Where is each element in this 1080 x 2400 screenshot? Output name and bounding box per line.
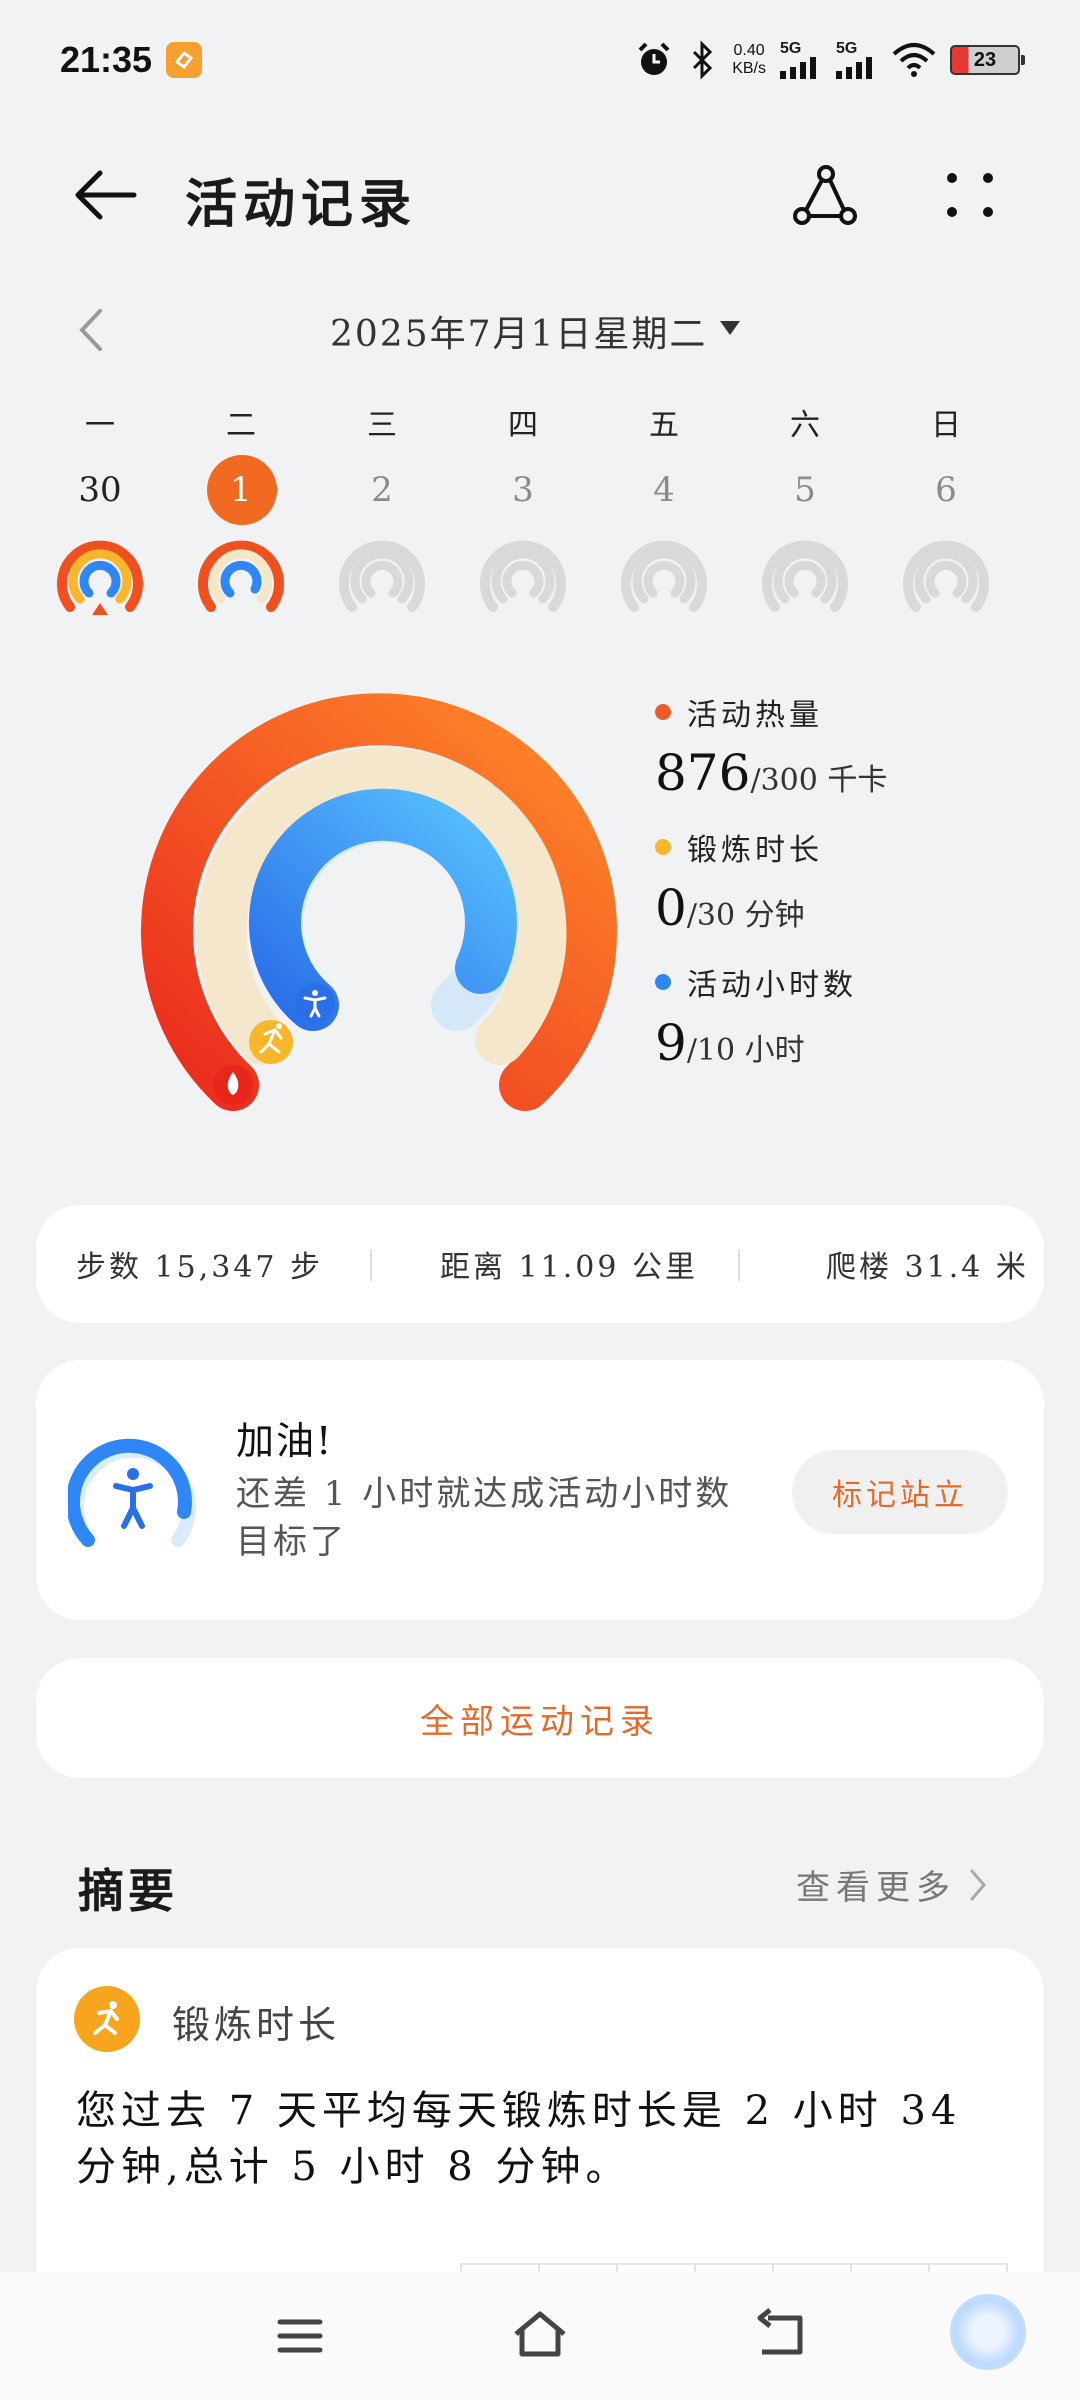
system-nav-bar [0, 2272, 1080, 2400]
cheer-title: 加油! [236, 1419, 334, 1463]
mark-standing-button[interactable]: 标记站立 [792, 1450, 1008, 1534]
divider [370, 1249, 372, 1281]
legend-calories[interactable]: 活动热量 876/300 千卡 [655, 690, 887, 802]
calories-value: 876 [655, 744, 751, 802]
day-activity-ring-empty[interactable] [479, 535, 567, 623]
exercise-label: 锻炼时长 [687, 833, 823, 868]
day-activity-ring-empty[interactable] [902, 535, 990, 623]
calories-label: 活动热量 [687, 698, 823, 733]
exercise-dot [655, 839, 671, 855]
day-column[interactable]: 日 6 [886, 400, 1006, 612]
weekday-label: 五 [649, 408, 679, 443]
chevron-right-icon [970, 1869, 986, 1900]
net-speed-value: 0.40 [733, 42, 765, 59]
signal-2: 5G [836, 41, 878, 79]
day-column[interactable]: 一 30 [40, 400, 160, 615]
cheer-message: 还差 1 小时就达成活动小时数目标了 [236, 1474, 733, 1562]
alarm-icon [638, 42, 670, 75]
status-bar: 21:35 0.40 KB/s 5G 5G 23 [0, 0, 1080, 120]
bluetooth-icon [693, 40, 713, 80]
app-bar: 活动记录 [0, 140, 1080, 250]
weekday-label: 二 [226, 408, 256, 443]
steps-stat: 步数 15,347 步 [76, 1250, 324, 1285]
all-records-link[interactable]: 全部运动记录 [420, 1694, 660, 1743]
distance-stat: 距离 11.09 公里 [440, 1250, 698, 1285]
floors-stat: 爬楼 31.4 米 [826, 1250, 1029, 1285]
day-column[interactable]: 三 2 [322, 400, 442, 612]
more-dots-icon[interactable] [940, 160, 1000, 230]
all-records-card[interactable]: 全部运动记录 [36, 1658, 1044, 1778]
day-number-selected[interactable]: 1 [181, 455, 301, 525]
wifi-icon [892, 43, 936, 77]
net-speed: 0.40 KB/s [732, 42, 766, 78]
day-column[interactable]: 四 3 [463, 400, 583, 612]
signal-1: 5G [780, 41, 822, 79]
signal-bars-icon [780, 57, 816, 79]
day-activity-ring[interactable] [197, 535, 285, 623]
caret-down-icon[interactable] [718, 319, 742, 337]
back-arrow-icon[interactable] [70, 165, 140, 225]
calories-goal: /300 千卡 [750, 763, 888, 798]
weekday-label: 一 [85, 408, 115, 443]
day-number[interactable]: 3 [463, 455, 583, 525]
summary-card-label: 锻炼时长 [172, 2003, 341, 2047]
encouragement-card: 加油! 还差 1 小时就达成活动小时数目标了 标记站立 [36, 1360, 1044, 1620]
back-icon[interactable] [750, 2306, 810, 2366]
legend-exercise[interactable]: 锻炼时长 0/30 分钟 [655, 825, 823, 937]
chevron-left-icon[interactable] [72, 305, 112, 355]
active-hours-label: 活动小时数 [687, 968, 857, 1003]
day-activity-ring-empty[interactable] [338, 535, 426, 623]
day-number[interactable]: 4 [604, 455, 724, 525]
day-number[interactable]: 2 [322, 455, 442, 525]
summary-heading: 摘要 [78, 1864, 178, 1918]
active-hours-goal: /10 小时 [686, 1033, 805, 1068]
day-activity-ring-empty[interactable] [620, 535, 708, 623]
date-selector: 2025年7月1日星期二 [0, 295, 1080, 365]
day-column[interactable]: 二 1 [181, 400, 301, 612]
day-number[interactable]: 5 [745, 455, 865, 525]
date-label[interactable]: 2025年7月1日星期二 [330, 305, 707, 357]
active-hours-dot [655, 974, 671, 990]
day-activity-ring-empty[interactable] [761, 535, 849, 623]
weekday-label: 六 [790, 408, 820, 443]
signal-1-label: 5G [780, 40, 802, 57]
assistant-icon[interactable] [950, 2294, 1026, 2370]
activity-rings[interactable] [135, 690, 635, 1120]
active-hours-value: 9 [655, 1014, 687, 1072]
divider [738, 1249, 740, 1281]
exercise-goal: /30 分钟 [686, 898, 805, 933]
signal-bars-icon [836, 57, 872, 79]
net-speed-unit: KB/s [732, 60, 766, 77]
share-icon[interactable] [790, 160, 860, 230]
summary-card-text: 您过去 7 天平均每天锻炼时长是 2 小时 34 分钟,总计 5 小时 8 分钟… [76, 2088, 962, 2190]
signal-2-label: 5G [836, 40, 858, 57]
page-title: 活动记录 [185, 174, 418, 235]
calories-dot [655, 704, 671, 720]
day-number[interactable]: 6 [886, 455, 1006, 525]
weekday-label: 日 [931, 408, 961, 443]
weekday-label: 四 [508, 408, 538, 443]
active-hours-ring [248, 788, 517, 1031]
see-more-label: 查看更多 [796, 1868, 956, 1908]
battery-indicator: 23 [950, 45, 1025, 75]
weekday-label: 三 [367, 408, 397, 443]
home-icon[interactable] [510, 2306, 570, 2366]
stats-card[interactable]: 步数 15,347 步 距离 11.09 公里 爬楼 31.4 米 [36, 1205, 1044, 1323]
day-number[interactable]: 30 [40, 455, 160, 525]
day-column[interactable]: 六 5 [745, 400, 865, 612]
menu-icon[interactable] [270, 2306, 330, 2366]
exercise-value: 0 [655, 879, 687, 937]
legend-active-hours[interactable]: 活动小时数 9/10 小时 [655, 960, 857, 1072]
day-column[interactable]: 五 4 [604, 400, 724, 612]
day-activity-ring[interactable] [56, 535, 144, 623]
running-icon [74, 1986, 140, 2052]
status-icons: 0.40 KB/s 5G 5G 23 [634, 40, 1025, 80]
app-notification-icon [166, 42, 203, 78]
status-time: 21:35 [60, 39, 153, 80]
standing-progress-icon [68, 1438, 196, 1547]
see-more-link[interactable]: 查看更多 [796, 1860, 990, 1909]
